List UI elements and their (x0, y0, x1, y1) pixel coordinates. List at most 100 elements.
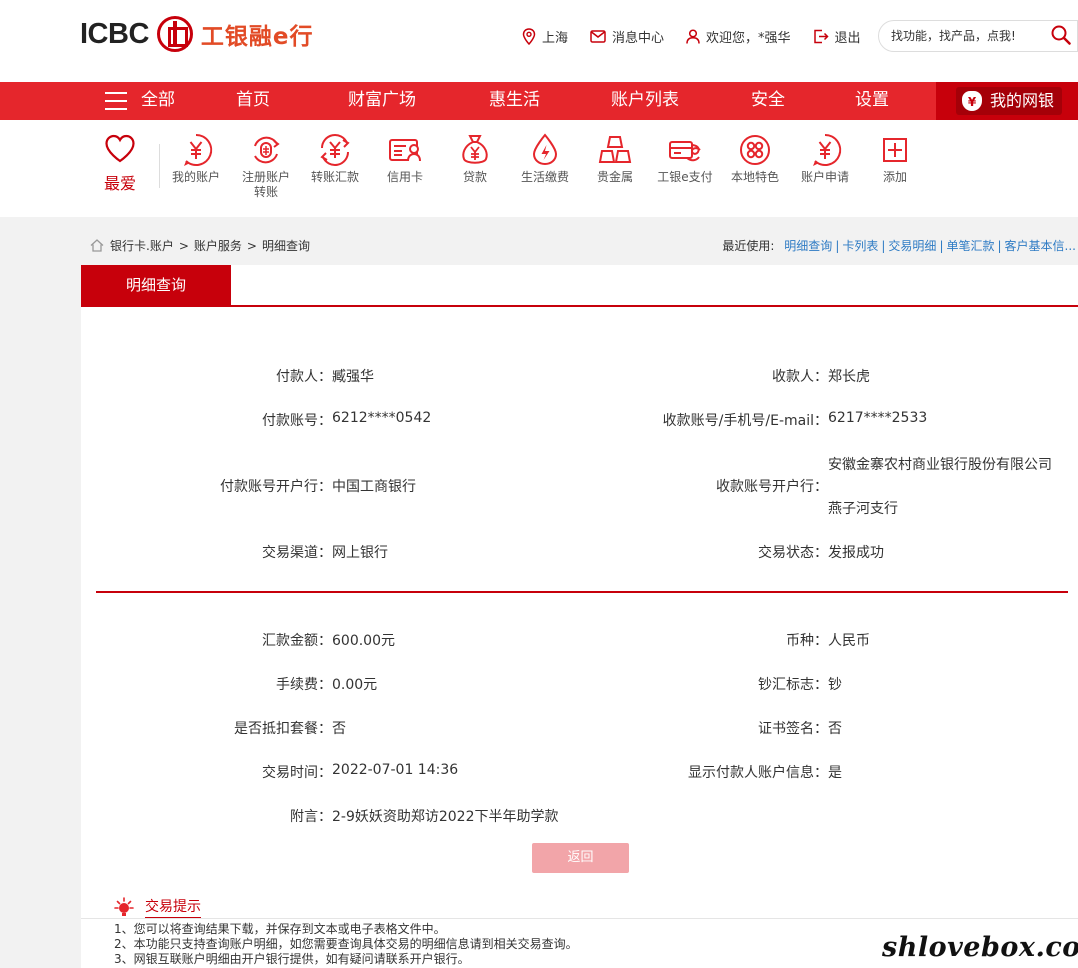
favorites-button[interactable]: 最爱 (100, 134, 140, 194)
fee-label: 手续费： (276, 677, 332, 693)
payer-account-label: 付款账号： (262, 413, 332, 429)
my-ebank-inner: ¥ 我的网银 (956, 87, 1063, 115)
recent-link-detail-query[interactable]: 明细查询 (784, 239, 832, 253)
fee-value: 0.00元 (332, 677, 378, 693)
shortcut-label: 贵金属 (596, 170, 633, 184)
back-button[interactable]: 返回 (532, 843, 629, 873)
tips-title: 交易提示 (145, 896, 201, 919)
recent-label: 最近使用: (722, 239, 775, 253)
recent-link-single-remit[interactable]: 单笔汇款 (946, 239, 994, 253)
messages-link[interactable]: 消息中心 (590, 27, 664, 46)
breadcrumb-sep: > (178, 238, 189, 253)
shortcut-local[interactable]: 本地特色 (720, 132, 790, 185)
breadcrumb-item[interactable]: 银行卡.账户 (110, 237, 174, 254)
logout-link[interactable]: 退出 (813, 27, 861, 46)
money-bag-icon (462, 135, 488, 164)
main-nav: 全部 首页 财富广场 惠生活 账户列表 安全 设置 ¥ 我的网银 (0, 82, 1078, 120)
nav-life[interactable]: 惠生活 (489, 82, 540, 120)
my-ebank-button[interactable]: ¥ 我的网银 (936, 82, 1078, 120)
channel-value: 网上银行 (332, 545, 388, 561)
shortcut-label: 贷款 (462, 170, 487, 184)
messages-label: 消息中心 (612, 30, 665, 46)
shortcut-label: 本地特色 (730, 170, 779, 184)
recent-link-customer-info[interactable]: 客户基本信... (1005, 239, 1076, 253)
location-pin-icon (522, 27, 536, 45)
shortcut-label: 注册账户转账 (241, 170, 290, 199)
nav-security[interactable]: 安全 (751, 82, 785, 120)
search-input[interactable] (891, 26, 1041, 46)
logo-icbc-text: ICBC (80, 17, 149, 50)
credit-card-icon (389, 139, 421, 162)
nav-accounts[interactable]: 账户列表 (611, 82, 679, 120)
time-value: 2022-07-01 14:36 (332, 762, 459, 778)
heart-icon (105, 134, 135, 163)
package-label: 是否抵扣套餐： (234, 721, 332, 737)
shortcut-transfer[interactable]: 转账汇款 (300, 132, 370, 185)
top-links: 上海 消息中心 欢迎您，*强华 退出 (522, 26, 883, 46)
shortcut-register-transfer[interactable]: 注册账户转账 (231, 132, 301, 200)
nav-all[interactable]: 全部 (141, 82, 175, 120)
tab-detail-query[interactable]: 明细查询 (81, 265, 231, 305)
cash-flag-label: 钞汇标志： (758, 677, 828, 693)
cert-value: 否 (828, 721, 842, 737)
shortcut-add[interactable]: 添加 (860, 132, 930, 185)
recent-sep: | (939, 239, 944, 253)
status-label: 交易状态： (758, 545, 828, 561)
shortcut-apply[interactable]: 账户申请 (790, 132, 860, 185)
shortcut-utility[interactable]: 生活缴费 (510, 132, 580, 185)
recent-sep: | (835, 239, 840, 253)
memo-value: 2-9妖妖资助郑访2022下半年助学款 (332, 809, 559, 825)
register-transfer-icon (254, 136, 280, 164)
local-icon (740, 135, 770, 165)
shortcut-label: 信用卡 (386, 170, 423, 184)
nav-wealth[interactable]: 财富广场 (348, 82, 416, 120)
tab-underline (81, 305, 1078, 307)
shortcut-label: 我的账户 (171, 170, 220, 184)
icbc-logo[interactable]: ICBC 工银融e行 (80, 14, 314, 54)
logout-label: 退出 (834, 30, 861, 46)
breadcrumb-item[interactable]: 账户服务 (194, 237, 242, 254)
menu-icon[interactable] (105, 92, 127, 110)
mail-icon (590, 29, 606, 43)
tips-list: 1、您可以将查询结果下载，并保存到文本或电子表格文件中。 2、本功能只支持查询账… (114, 922, 578, 967)
cert-label: 证书签名： (758, 721, 828, 737)
shortcut-precious-metal[interactable]: 贵金属 (580, 132, 650, 185)
apply-icon (813, 133, 842, 166)
payee-bank-line1: 安徽金寨农村商业银行股份有限公司 (828, 457, 1052, 473)
tips-header: 交易提示 (113, 893, 201, 919)
shortcut-my-account[interactable]: 我的账户 (161, 132, 231, 185)
amount-value: 600.00元 (332, 633, 395, 649)
search-icon[interactable] (1051, 25, 1071, 45)
currency-label: 币种： (786, 633, 828, 649)
recent-sep: | (881, 239, 886, 253)
transfer-icon (320, 134, 350, 166)
user-link[interactable]: 欢迎您，*强华 (686, 27, 791, 46)
icbc-seal-icon (156, 16, 193, 52)
payer-bank-value: 中国工商银行 (332, 479, 416, 495)
shortcut-label: 账户申请 (800, 170, 849, 184)
shortcut-credit-card[interactable]: 信用卡 (370, 132, 440, 185)
recent-link-card-list[interactable]: 卡列表 (842, 239, 878, 253)
payee-label: 收款人： (772, 369, 828, 385)
shortcut-loan[interactable]: 贷款 (440, 132, 510, 185)
add-icon (883, 138, 907, 162)
welcome-label: 欢迎您，*强华 (706, 30, 791, 46)
user-icon (686, 28, 700, 44)
shortcut-label: 转账汇款 (310, 170, 359, 184)
gold-bars-icon (598, 136, 632, 163)
lightbulb-icon (114, 897, 134, 916)
status-value: 发报成功 (828, 545, 884, 561)
nav-home[interactable]: 首页 (236, 82, 270, 120)
shortcut-divider (159, 144, 160, 188)
breadcrumb-sep: > (246, 238, 257, 253)
payer-account-value: 6212****0542 (332, 410, 432, 426)
location-link[interactable]: 上海 (522, 27, 568, 46)
shortcut-epay[interactable]: 工银e支付 (650, 132, 720, 185)
home-icon[interactable] (90, 239, 104, 252)
package-value: 否 (332, 721, 346, 737)
section-divider (96, 591, 1068, 593)
nav-settings[interactable]: 设置 (855, 82, 889, 120)
memo-label: 附言： (290, 809, 332, 825)
yuan-coin-icon (184, 133, 213, 166)
recent-link-transactions[interactable]: 交易明细 (888, 239, 936, 253)
